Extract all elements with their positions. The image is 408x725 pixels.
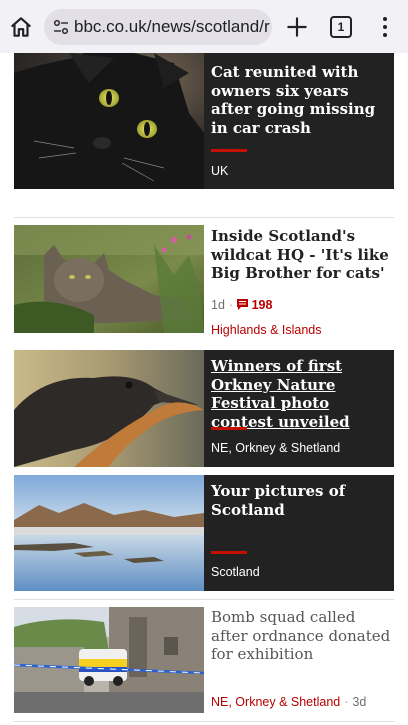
comment-count[interactable]: 198 — [252, 298, 273, 312]
article-meta: 1d · 198 — [211, 298, 273, 312]
new-tab-icon[interactable] — [284, 14, 310, 40]
article-image-police-cordon[interactable] — [14, 607, 204, 713]
site-settings-icon[interactable] — [52, 18, 70, 36]
red-accent-bar — [211, 427, 247, 430]
article-title[interactable]: Cat reunited with owners six years after… — [211, 63, 391, 137]
article-tag[interactable]: UK — [211, 164, 228, 178]
article-title[interactable]: Inside Scotland's wildcat HQ - 'It's lik… — [211, 227, 391, 283]
red-accent-bar — [211, 149, 247, 152]
article-card-your-pictures[interactable]: Your pictures of Scotland Scotland — [14, 475, 394, 591]
article-tag[interactable]: NE, Orkney & Shetland — [211, 441, 340, 455]
article-title[interactable]: Your pictures of Scotland — [211, 482, 391, 519]
address-bar[interactable]: bbc.co.uk/news/scotland/r — [44, 9, 272, 45]
article-time: 3d — [352, 695, 367, 709]
browser-toolbar: bbc.co.uk/news/scotland/r 1 — [0, 0, 408, 53]
divider — [14, 721, 394, 722]
divider — [14, 599, 394, 600]
article-card-bomb-squad[interactable]: Bomb squad called after ordnance donated… — [14, 607, 394, 715]
article-image-wildcat[interactable] — [14, 225, 204, 333]
article-time: 1d — [211, 298, 225, 312]
article-card-wildcat-hq[interactable]: Inside Scotland's wildcat HQ - 'It's lik… — [14, 225, 394, 337]
home-icon[interactable] — [8, 14, 34, 40]
article-title[interactable]: Winners of first Orkney Nature Festival … — [211, 357, 391, 431]
article-title[interactable]: Bomb squad called after ordnance donated… — [211, 608, 391, 664]
article-image-loch[interactable] — [14, 475, 204, 591]
more-menu-icon[interactable] — [378, 15, 392, 39]
article-tag[interactable]: Highlands & Islands — [211, 323, 321, 337]
divider — [14, 217, 394, 218]
article-image-bird[interactable] — [14, 350, 204, 467]
article-card-cat-reunited[interactable]: Cat reunited with owners six years after… — [14, 53, 394, 189]
article-meta: NE, Orkney & Shetland · 3d — [211, 695, 367, 709]
article-tag[interactable]: NE, Orkney & Shetland — [211, 695, 340, 709]
article-image-black-cat[interactable] — [14, 53, 204, 189]
tab-switcher-button[interactable]: 1 — [330, 16, 352, 38]
article-card-orkney-festival[interactable]: Winners of first Orkney Nature Festival … — [14, 350, 394, 467]
comments-icon[interactable] — [237, 299, 249, 310]
url-text[interactable]: bbc.co.uk/news/scotland/r — [74, 17, 270, 37]
article-tag[interactable]: Scotland — [211, 565, 260, 579]
red-accent-bar — [211, 551, 247, 554]
